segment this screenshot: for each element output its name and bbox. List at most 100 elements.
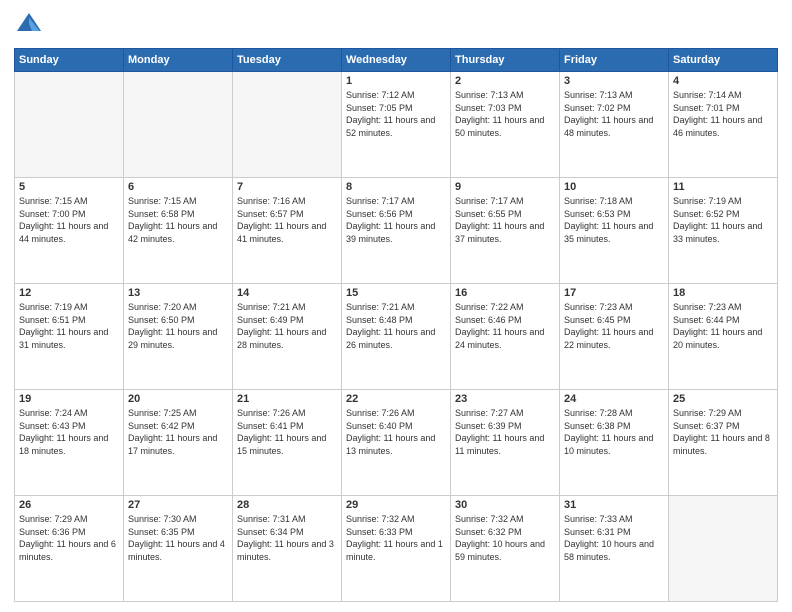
- day-number: 1: [346, 75, 446, 87]
- day-info: Sunrise: 7:18 AMSunset: 6:53 PMDaylight:…: [564, 195, 664, 245]
- calendar-cell: 27 Sunrise: 7:30 AMSunset: 6:35 PMDayligh…: [124, 496, 233, 602]
- calendar-cell: 9 Sunrise: 7:17 AMSunset: 6:55 PMDaylight…: [451, 178, 560, 284]
- day-number: 22: [346, 393, 446, 405]
- page-container: SundayMondayTuesdayWednesdayThursdayFrid…: [0, 0, 792, 612]
- day-info: Sunrise: 7:12 AMSunset: 7:05 PMDaylight:…: [346, 89, 446, 139]
- calendar-table: SundayMondayTuesdayWednesdayThursdayFrid…: [14, 48, 778, 602]
- day-number: 14: [237, 287, 337, 299]
- calendar-cell: 8 Sunrise: 7:17 AMSunset: 6:56 PMDaylight…: [342, 178, 451, 284]
- calendar-cell: 29 Sunrise: 7:32 AMSunset: 6:33 PMDayligh…: [342, 496, 451, 602]
- day-number: 11: [673, 181, 773, 193]
- calendar-cell: 7Sunrise: 7:16 AMSunset: 6:57 PMDaylight…: [233, 178, 342, 284]
- day-number: 13: [128, 287, 228, 299]
- calendar-cell: 20 Sunrise: 7:25 AMSunset: 6:42 PMDayligh…: [124, 390, 233, 496]
- day-info: Sunrise: 7:32 AMSunset: 6:33 PMDaylight:…: [346, 513, 446, 563]
- calendar-cell: 25 Sunrise: 7:29 AMSunset: 6:37 PMDayligh…: [669, 390, 778, 496]
- day-info: Sunrise: 7:20 AMSunset: 6:50 PMDaylight:…: [128, 301, 228, 351]
- calendar-cell: 23 Sunrise: 7:27 AMSunset: 6:39 PMDayligh…: [451, 390, 560, 496]
- calendar-cell: 6Sunrise: 7:15 AMSunset: 6:58 PMDaylight…: [124, 178, 233, 284]
- day-number: 12: [19, 287, 119, 299]
- day-info: Sunrise: 7:15 AMSunset: 7:00 PMDaylight:…: [19, 195, 119, 245]
- calendar-cell: 10 Sunrise: 7:18 AMSunset: 6:53 PMDayligh…: [560, 178, 669, 284]
- day-info: Sunrise: 7:13 AMSunset: 7:03 PMDaylight:…: [455, 89, 555, 139]
- day-info: Sunrise: 7:14 AMSunset: 7:01 PMDaylight:…: [673, 89, 773, 139]
- calendar-week-row: 26 Sunrise: 7:29 AMSunset: 6:36 PMDayligh…: [15, 496, 778, 602]
- calendar-cell: 21Sunrise: 7:26 AMSunset: 6:41 PMDayligh…: [233, 390, 342, 496]
- day-number: 10: [564, 181, 664, 193]
- day-number: 9: [455, 181, 555, 193]
- calendar-cell: 18 Sunrise: 7:23 AMSunset: 6:44 PMDayligh…: [669, 284, 778, 390]
- day-number: 20: [128, 393, 228, 405]
- calendar-header-sunday: Sunday: [15, 49, 124, 72]
- calendar-header-friday: Friday: [560, 49, 669, 72]
- logo-icon: [14, 10, 44, 40]
- day-number: 2: [455, 75, 555, 87]
- day-info: Sunrise: 7:19 AMSunset: 6:51 PMDaylight:…: [19, 301, 119, 351]
- logo: [14, 10, 48, 40]
- day-info: Sunrise: 7:31 AMSunset: 6:34 PMDaylight:…: [237, 513, 337, 563]
- day-number: 24: [564, 393, 664, 405]
- day-number: 31: [564, 499, 664, 511]
- calendar-header-tuesday: Tuesday: [233, 49, 342, 72]
- day-info: Sunrise: 7:16 AMSunset: 6:57 PMDaylight:…: [237, 195, 337, 245]
- day-number: 29: [346, 499, 446, 511]
- day-number: 21: [237, 393, 337, 405]
- calendar-cell: 19 Sunrise: 7:24 AMSunset: 6:43 PMDayligh…: [15, 390, 124, 496]
- calendar-week-row: 5 Sunrise: 7:15 AMSunset: 7:00 PMDaylight…: [15, 178, 778, 284]
- day-number: 17: [564, 287, 664, 299]
- day-info: Sunrise: 7:17 AMSunset: 6:55 PMDaylight:…: [455, 195, 555, 245]
- calendar-cell: [124, 72, 233, 178]
- calendar-cell: 4Sunrise: 7:14 AMSunset: 7:01 PMDaylight…: [669, 72, 778, 178]
- day-info: Sunrise: 7:28 AMSunset: 6:38 PMDaylight:…: [564, 407, 664, 457]
- day-number: 8: [346, 181, 446, 193]
- day-info: Sunrise: 7:29 AMSunset: 6:36 PMDaylight:…: [19, 513, 119, 563]
- day-info: Sunrise: 7:27 AMSunset: 6:39 PMDaylight:…: [455, 407, 555, 457]
- day-info: Sunrise: 7:17 AMSunset: 6:56 PMDaylight:…: [346, 195, 446, 245]
- day-info: Sunrise: 7:25 AMSunset: 6:42 PMDaylight:…: [128, 407, 228, 457]
- calendar-cell: 11 Sunrise: 7:19 AMSunset: 6:52 PMDayligh…: [669, 178, 778, 284]
- day-number: 19: [19, 393, 119, 405]
- calendar-cell: 14Sunrise: 7:21 AMSunset: 6:49 PMDayligh…: [233, 284, 342, 390]
- calendar-cell: 17 Sunrise: 7:23 AMSunset: 6:45 PMDayligh…: [560, 284, 669, 390]
- calendar-cell: [669, 496, 778, 602]
- day-number: 27: [128, 499, 228, 511]
- calendar-cell: 31 Sunrise: 7:33 AMSunset: 6:31 PMDayligh…: [560, 496, 669, 602]
- calendar-cell: 30Sunrise: 7:32 AMSunset: 6:32 PMDayligh…: [451, 496, 560, 602]
- day-info: Sunrise: 7:21 AMSunset: 6:48 PMDaylight:…: [346, 301, 446, 351]
- day-info: Sunrise: 7:23 AMSunset: 6:45 PMDaylight:…: [564, 301, 664, 351]
- day-info: Sunrise: 7:32 AMSunset: 6:32 PMDaylight:…: [455, 513, 555, 563]
- day-info: Sunrise: 7:29 AMSunset: 6:37 PMDaylight:…: [673, 407, 773, 457]
- calendar-cell: 16Sunrise: 7:22 AMSunset: 6:46 PMDayligh…: [451, 284, 560, 390]
- calendar-week-row: 19 Sunrise: 7:24 AMSunset: 6:43 PMDayligh…: [15, 390, 778, 496]
- day-info: Sunrise: 7:33 AMSunset: 6:31 PMDaylight:…: [564, 513, 664, 563]
- calendar-cell: 5 Sunrise: 7:15 AMSunset: 7:00 PMDaylight…: [15, 178, 124, 284]
- day-number: 6: [128, 181, 228, 193]
- calendar-header-monday: Monday: [124, 49, 233, 72]
- calendar-cell: 13 Sunrise: 7:20 AMSunset: 6:50 PMDayligh…: [124, 284, 233, 390]
- day-number: 3: [564, 75, 664, 87]
- header: [14, 10, 778, 40]
- calendar-week-row: 12 Sunrise: 7:19 AMSunset: 6:51 PMDayligh…: [15, 284, 778, 390]
- day-info: Sunrise: 7:24 AMSunset: 6:43 PMDaylight:…: [19, 407, 119, 457]
- day-number: 26: [19, 499, 119, 511]
- calendar-cell: 2 Sunrise: 7:13 AMSunset: 7:03 PMDaylight…: [451, 72, 560, 178]
- calendar-cell: 24 Sunrise: 7:28 AMSunset: 6:38 PMDayligh…: [560, 390, 669, 496]
- calendar-cell: 15Sunrise: 7:21 AMSunset: 6:48 PMDayligh…: [342, 284, 451, 390]
- calendar-header-thursday: Thursday: [451, 49, 560, 72]
- calendar-header-row: SundayMondayTuesdayWednesdayThursdayFrid…: [15, 49, 778, 72]
- calendar-cell: 1 Sunrise: 7:12 AMSunset: 7:05 PMDaylight…: [342, 72, 451, 178]
- day-number: 18: [673, 287, 773, 299]
- day-info: Sunrise: 7:19 AMSunset: 6:52 PMDaylight:…: [673, 195, 773, 245]
- day-info: Sunrise: 7:23 AMSunset: 6:44 PMDaylight:…: [673, 301, 773, 351]
- calendar-week-row: 1 Sunrise: 7:12 AMSunset: 7:05 PMDaylight…: [15, 72, 778, 178]
- day-number: 25: [673, 393, 773, 405]
- day-number: 23: [455, 393, 555, 405]
- day-info: Sunrise: 7:13 AMSunset: 7:02 PMDaylight:…: [564, 89, 664, 139]
- calendar-cell: 3 Sunrise: 7:13 AMSunset: 7:02 PMDaylight…: [560, 72, 669, 178]
- day-info: Sunrise: 7:26 AMSunset: 6:40 PMDaylight:…: [346, 407, 446, 457]
- day-number: 28: [237, 499, 337, 511]
- day-number: 5: [19, 181, 119, 193]
- calendar-cell: 22 Sunrise: 7:26 AMSunset: 6:40 PMDayligh…: [342, 390, 451, 496]
- calendar-cell: 12 Sunrise: 7:19 AMSunset: 6:51 PMDayligh…: [15, 284, 124, 390]
- day-info: Sunrise: 7:30 AMSunset: 6:35 PMDaylight:…: [128, 513, 228, 563]
